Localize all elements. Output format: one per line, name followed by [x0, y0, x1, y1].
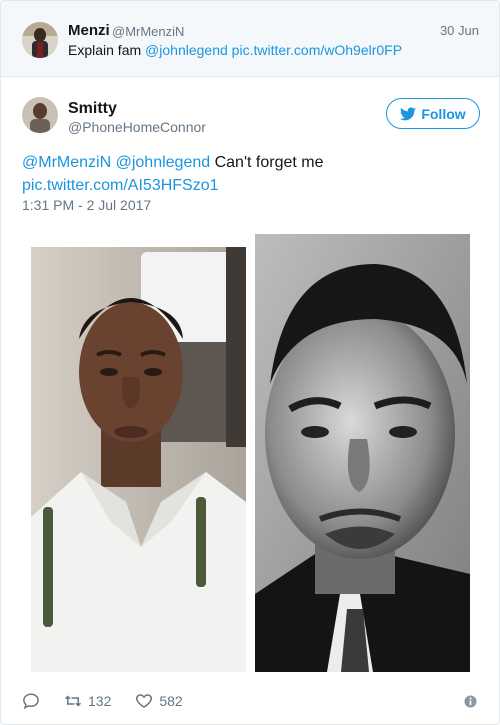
parent-mention-link[interactable]: @johnlegend [145, 42, 228, 58]
parent-tweet-text: Explain fam @johnlegend pic.twitter.com/… [68, 42, 402, 58]
tweet-text-plain: Can't forget me [214, 154, 324, 171]
reply-action[interactable] [22, 692, 40, 710]
tweet-actions: 132 582 [22, 691, 207, 711]
parent-tweet[interactable]: Menzi @MrMenziN 30 Jun Explain fam @john… [1, 1, 499, 77]
twitter-bird-icon [400, 106, 417, 120]
retweet-icon [64, 695, 82, 707]
tweet-embed-card: Menzi @MrMenziN 30 Jun Explain fam @john… [0, 0, 500, 725]
tweet-pic-link[interactable]: pic.twitter.com/AI53HFSzo1 [22, 177, 219, 194]
parent-author-name[interactable]: Menzi [68, 22, 110, 39]
retweet-count: 132 [88, 693, 112, 709]
mention-link-1[interactable]: @MrMenziN [22, 154, 111, 171]
reply-icon [23, 693, 39, 710]
info-icon[interactable] [464, 695, 477, 708]
heart-icon [136, 694, 153, 708]
follow-label: Follow [421, 105, 466, 122]
author-handle[interactable]: @PhoneHomeConnor [68, 119, 206, 135]
parent-text-plain: Explain fam [68, 42, 146, 58]
parent-pic-link[interactable]: pic.twitter.com/wOh9elr0FP [232, 42, 402, 58]
like-count: 582 [159, 693, 183, 709]
follow-button[interactable]: Follow [386, 98, 480, 129]
tweet-photo-right[interactable] [255, 234, 470, 672]
tweet-photo-left[interactable] [31, 247, 246, 672]
parent-avatar[interactable] [22, 22, 58, 58]
author-name[interactable]: Smitty [68, 100, 117, 118]
tweet-timestamp[interactable]: 1:31 PM - 2 Jul 2017 [22, 197, 151, 213]
retweet-action[interactable]: 132 [64, 692, 111, 710]
author-avatar[interactable] [22, 97, 58, 133]
tweet-text: @MrMenziN @johnlegend Can't forget me pi… [22, 151, 482, 197]
like-action[interactable]: 582 [135, 692, 183, 710]
mention-link-2[interactable]: @johnlegend [116, 154, 211, 171]
parent-author-handle[interactable]: @MrMenziN [112, 24, 184, 39]
parent-date[interactable]: 30 Jun [440, 23, 479, 38]
